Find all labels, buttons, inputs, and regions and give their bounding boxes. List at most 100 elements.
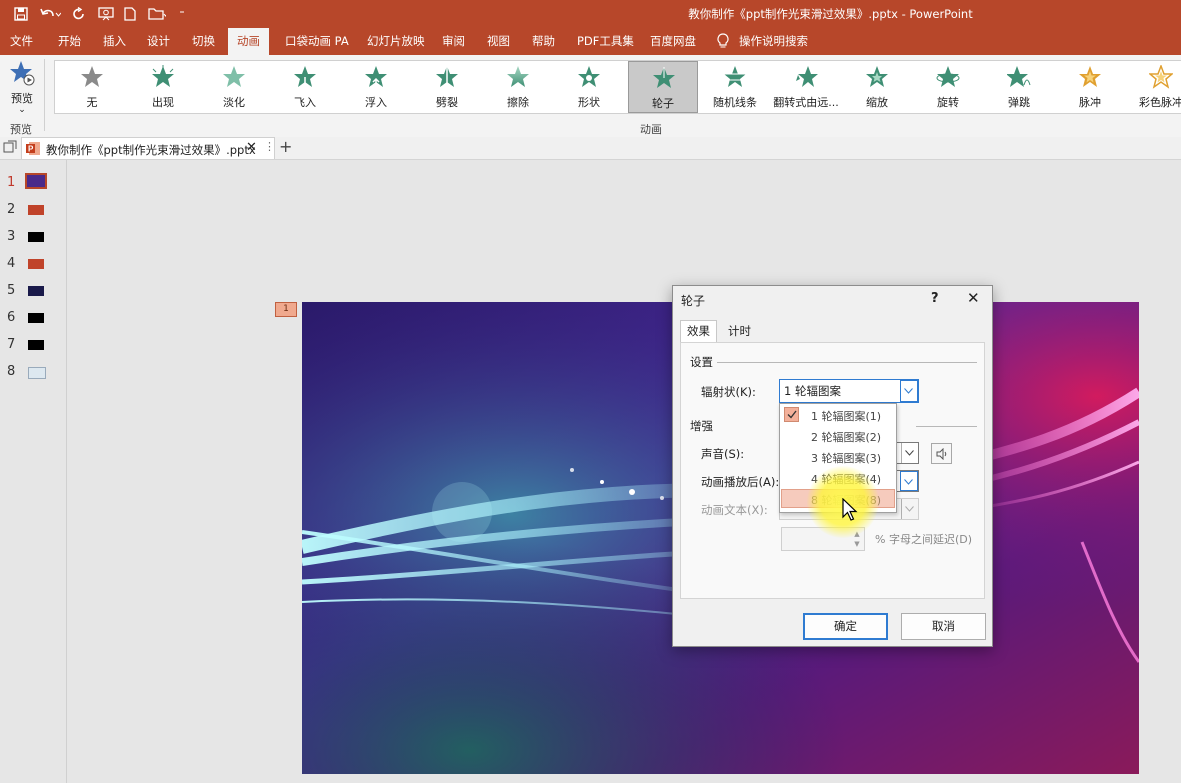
dropdown-option[interactable]: 3 轮辐图案(3): [781, 447, 895, 466]
slide-thumbnails: 1 2 3 4 5 6 7 8: [0, 160, 67, 783]
chevron-down-icon[interactable]: [901, 499, 918, 519]
dropdown-option[interactable]: 4 轮辐图案(4): [781, 468, 895, 487]
lightbulb-icon[interactable]: [716, 33, 732, 49]
preview-group-label: 预览: [10, 123, 32, 136]
spokes-label: 辐射状(K):: [701, 385, 756, 399]
anim-zoom[interactable]: 缩放: [842, 61, 912, 113]
anim-float-in[interactable]: 浮入: [341, 61, 411, 113]
tab-home[interactable]: 开始: [52, 28, 87, 55]
anim-shape[interactable]: 形状: [554, 61, 624, 113]
spin-down-icon[interactable]: ▼: [851, 539, 863, 549]
tab-insert[interactable]: 插入: [97, 28, 132, 55]
preview-star-icon: [10, 61, 35, 86]
spokes-dropdown-list: 1 轮辐图案(1) 2 轮辐图案(2) 3 轮辐图案(3) 4 轮辐图案(4) …: [779, 403, 897, 513]
slide-thumb[interactable]: 2: [0, 199, 66, 221]
random-bars-star-icon: [723, 66, 747, 87]
tab-review[interactable]: 审阅: [436, 28, 471, 55]
ok-button[interactable]: 确定: [803, 613, 888, 640]
slide-thumb[interactable]: 8: [0, 361, 66, 383]
animate-text-label: 动画文本(X):: [701, 503, 768, 517]
close-icon[interactable]: ✕: [967, 289, 980, 307]
dropdown-option-hover[interactable]: 8 轮辐图案(8): [781, 489, 895, 508]
anim-bounce[interactable]: 弹跳: [984, 61, 1054, 113]
slide-thumb[interactable]: 6: [0, 307, 66, 329]
anim-color-pulse[interactable]: 彩色脉冲: [1126, 61, 1181, 113]
anim-swivel[interactable]: 旋转: [913, 61, 983, 113]
color-pulse-star-icon: [1149, 65, 1173, 89]
bounce-star-icon: [1007, 66, 1031, 87]
anim-fade[interactable]: 淡化: [199, 61, 269, 113]
anim-wipe[interactable]: 擦除: [483, 61, 553, 113]
anim-grow-turn[interactable]: 翻转式由远...: [771, 61, 841, 113]
tab-timing[interactable]: 计时: [722, 321, 757, 342]
sync-icon[interactable]: [3, 140, 17, 157]
tab-effect[interactable]: 效果: [680, 320, 717, 343]
thumb-image: [28, 367, 46, 379]
anim-appear[interactable]: 出现: [128, 61, 198, 113]
slide-thumb[interactable]: 4: [0, 253, 66, 275]
thumb-image: [28, 259, 44, 269]
dropdown-option[interactable]: 2 轮辐图案(2): [781, 426, 895, 445]
after-animation-label: 动画播放后(A):: [701, 475, 780, 489]
chevron-down-icon[interactable]: [900, 471, 918, 491]
tab-animations[interactable]: 动画: [228, 28, 269, 55]
help-button[interactable]: ?: [931, 291, 939, 306]
cancel-button[interactable]: 取消: [901, 613, 986, 640]
anim-split[interactable]: 劈裂: [412, 61, 482, 113]
appear-star-icon: [152, 65, 174, 87]
anim-none[interactable]: 无: [57, 61, 127, 113]
spokes-select[interactable]: 1 轮辐图案: [779, 379, 919, 403]
tab-baidu-netdisk[interactable]: 百度网盘: [644, 28, 702, 55]
animation-group-label: 动画: [640, 123, 662, 136]
powerpoint-file-icon: P: [26, 142, 40, 155]
close-tab-icon[interactable]: ✕: [246, 140, 257, 155]
tab-transitions[interactable]: 切换: [186, 28, 221, 55]
check-icon: [784, 407, 799, 422]
slide-thumb[interactable]: 7: [0, 334, 66, 356]
tab-view[interactable]: 视图: [481, 28, 516, 55]
tab-pdf-tools[interactable]: PDF工具集: [571, 28, 640, 55]
tab-design[interactable]: 设计: [141, 28, 176, 55]
spokes-selected-value: 1 轮辐图案: [784, 384, 841, 398]
document-tab[interactable]: P 教你制作《ppt制作光束滑过效果》.pptx ✕ ⋮: [21, 137, 275, 159]
menu-bar: 文件 开始 插入 设计 切换 动画 口袋动画 PA 幻灯片放映 审阅 视图 帮助…: [0, 28, 1181, 55]
tab-help[interactable]: 帮助: [526, 28, 561, 55]
chevron-down-icon[interactable]: [900, 380, 918, 402]
tab-more-icon[interactable]: ⋮: [264, 140, 275, 153]
anim-fly-in[interactable]: 飞入: [270, 61, 340, 113]
tab-file[interactable]: 文件: [4, 28, 39, 55]
letter-delay-spinner[interactable]: ▲ ▼: [781, 527, 865, 551]
mouse-cursor-icon: [842, 498, 858, 521]
slide-thumb[interactable]: 5: [0, 280, 66, 302]
zoom-star-icon: [866, 66, 888, 87]
wheel-star-icon: [653, 67, 675, 88]
anim-random-bars[interactable]: 随机线条: [700, 61, 770, 113]
tab-slideshow[interactable]: 幻灯片放映: [361, 28, 431, 55]
slide-thumb[interactable]: 1: [0, 172, 66, 194]
preview-label: 预览: [11, 92, 33, 105]
title-bar: ⁼ 教你制作《ppt制作光束滑过效果》.pptx - PowerPoint: [0, 0, 1181, 28]
preview-dropdown-icon[interactable]: ⌄: [4, 106, 40, 115]
dropdown-option[interactable]: 1 轮辐图案(1): [781, 405, 895, 424]
preview-button[interactable]: 预览 ⌄: [4, 59, 40, 119]
tell-me-search[interactable]: 操作说明搜索: [733, 28, 814, 55]
animation-order-marker[interactable]: 1: [275, 302, 297, 317]
speaker-icon: [936, 448, 947, 460]
thumb-image: [28, 286, 44, 296]
slide-thumb[interactable]: 3: [0, 226, 66, 248]
thumb-image: [28, 205, 44, 215]
spin-up-icon[interactable]: ▲: [851, 529, 863, 539]
ribbon: 预览 ⌄ 预览 无 出现 淡化 飞入 浮入 劈裂 擦除 形状 轮子 随机线条 翻…: [0, 55, 1181, 138]
sound-volume-button[interactable]: [931, 443, 952, 464]
dialog-title: 轮子: [681, 294, 706, 308]
anim-pulse[interactable]: 脉冲: [1055, 61, 1125, 113]
anim-wheel[interactable]: 轮子: [628, 61, 698, 113]
document-tab-name: 教你制作《ppt制作光束滑过效果》.pptx: [46, 143, 256, 157]
thumb-image: [28, 232, 44, 242]
wheel-effect-dialog: 轮子 ? ✕ 效果 计时 设置 辐射状(K): 1 轮辐图案 增强 声音(S):…: [672, 285, 993, 647]
wipe-star-icon: [507, 66, 529, 87]
tab-pocket-animation[interactable]: 口袋动画 PA: [279, 28, 355, 55]
chevron-down-icon[interactable]: [901, 443, 918, 463]
new-tab-icon[interactable]: +: [279, 137, 292, 156]
window-title: 教你制作《ppt制作光束滑过效果》.pptx - PowerPoint: [688, 7, 973, 21]
